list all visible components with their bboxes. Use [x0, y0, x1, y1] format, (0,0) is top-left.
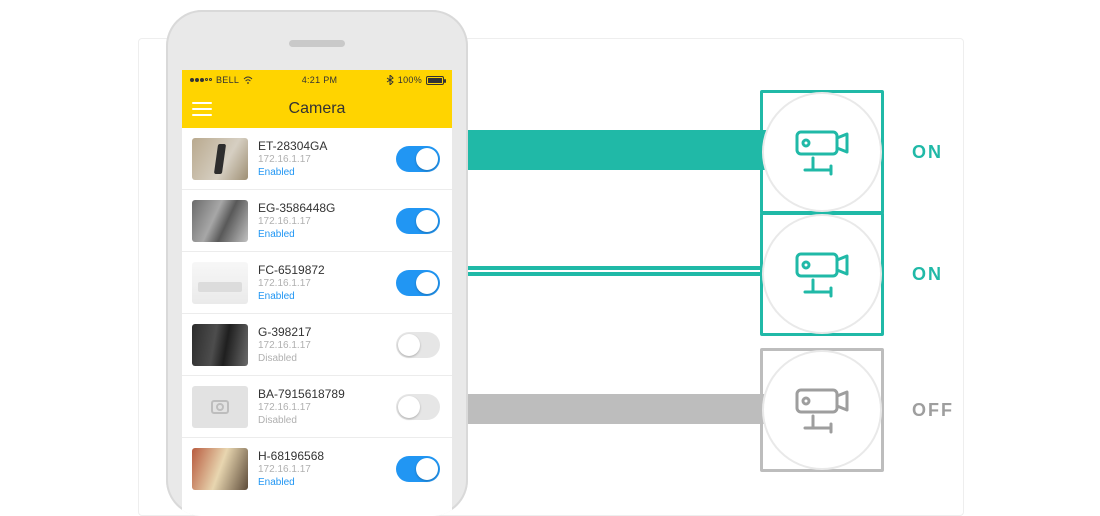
menu-button[interactable] — [192, 102, 212, 116]
camera-state: Enabled — [258, 228, 386, 241]
bluetooth-icon — [386, 75, 394, 85]
diagram-stage: ON ON — [0, 0, 1100, 516]
status-bar: BELL 4:21 PM 100% — [182, 70, 452, 90]
list-item[interactable]: G-398217 172.16.1.17 Disabled — [182, 314, 452, 376]
placeholder-icon — [209, 396, 231, 418]
camera-list[interactable]: ET-28304GA 172.16.1.17 Enabled EG-358644… — [182, 128, 452, 516]
signal-icon — [190, 78, 212, 82]
enable-toggle[interactable] — [396, 208, 440, 234]
camera-ip: 172.16.1.17 — [258, 339, 386, 352]
camera-thumbnail — [192, 262, 248, 304]
badge-label-1: ON — [912, 142, 943, 163]
phone-speaker — [289, 40, 345, 47]
camera-name: ET-28304GA — [258, 139, 386, 153]
camera-state: Enabled — [258, 476, 386, 489]
list-item[interactable]: H-68196568 172.16.1.17 Enabled — [182, 438, 452, 500]
camera-thumbnail — [192, 200, 248, 242]
camera-state: Disabled — [258, 414, 386, 427]
battery-pct-label: 100% — [398, 75, 422, 85]
camera-name: FC-6519872 — [258, 263, 386, 277]
camera-ip: 172.16.1.17 — [258, 153, 386, 166]
phone-screen: BELL 4:21 PM 100% — [182, 70, 452, 516]
camera-thumbnail — [192, 448, 248, 490]
enable-toggle[interactable] — [396, 332, 440, 358]
list-item[interactable]: EG-3586448G 172.16.1.17 Enabled — [182, 190, 452, 252]
badge-label-2: ON — [912, 264, 943, 285]
status-badge-off — [764, 352, 880, 468]
enable-toggle[interactable] — [396, 270, 440, 296]
camera-thumbnail — [192, 386, 248, 428]
enable-toggle[interactable] — [396, 394, 440, 420]
enable-toggle[interactable] — [396, 146, 440, 172]
list-item[interactable]: ET-28304GA 172.16.1.17 Enabled — [182, 128, 452, 190]
camera-state: Enabled — [258, 166, 386, 179]
battery-icon — [426, 76, 444, 85]
list-item[interactable]: BA-7915618789 172.16.1.17 Disabled — [182, 376, 452, 438]
status-badge-on-1 — [764, 94, 880, 210]
camera-name: EG-3586448G — [258, 201, 386, 215]
nav-bar: Camera — [182, 90, 452, 128]
page-title: Camera — [289, 100, 346, 118]
camera-name: H-68196568 — [258, 449, 386, 463]
list-item[interactable]: FC-6519872 172.16.1.17 Enabled — [182, 252, 452, 314]
camera-name: G-398217 — [258, 325, 386, 339]
camera-name: BA-7915618789 — [258, 387, 386, 401]
carrier-label: BELL — [216, 75, 239, 85]
camera-state: Enabled — [258, 290, 386, 303]
camera-icon — [791, 248, 853, 300]
camera-icon — [791, 384, 853, 436]
camera-thumbnail — [192, 324, 248, 366]
clock-label: 4:21 PM — [253, 75, 386, 85]
camera-state: Disabled — [258, 352, 386, 365]
camera-ip: 172.16.1.17 — [258, 277, 386, 290]
status-badge-on-2 — [764, 216, 880, 332]
badge-label-3: OFF — [912, 400, 954, 421]
enable-toggle[interactable] — [396, 456, 440, 482]
camera-ip: 172.16.1.17 — [258, 463, 386, 476]
camera-icon — [791, 126, 853, 178]
wifi-icon — [243, 76, 253, 85]
camera-ip: 172.16.1.17 — [258, 401, 386, 414]
camera-thumbnail — [192, 138, 248, 180]
phone-device: BELL 4:21 PM 100% — [166, 10, 468, 516]
camera-ip: 172.16.1.17 — [258, 215, 386, 228]
